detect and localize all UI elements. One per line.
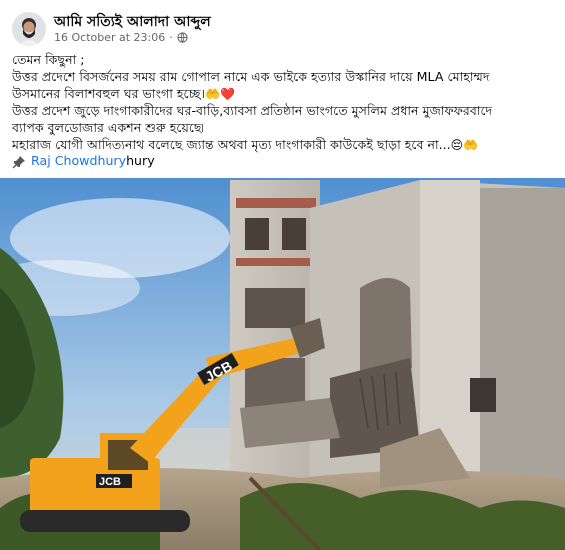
- line-6-emojis: 😔🤲: [450, 137, 479, 152]
- post-text: তেমন কিছুনা ; উত্তর প্রদেশে বিসর্জনের সম…: [12, 52, 557, 170]
- post-line-6: মহারাজ যোগী আদিত্যনাথ বলেছে জ্যান্ত অথবা…: [12, 137, 557, 154]
- post-line-2: উত্তর প্রদেশে বিসর্জনের সময় রাম গোপাল ন…: [12, 68, 490, 84]
- post-timestamp[interactable]: 16 October at 23:06: [54, 31, 165, 44]
- avatar-image: [12, 12, 46, 46]
- post-line-5: ব্যাপক বুলডোজার একশন শুরু হয়েছে৷: [12, 119, 204, 135]
- mention-line: Raj Chowdhury hury: [12, 153, 557, 170]
- meta-separator: ·: [169, 31, 173, 44]
- post-line-4: উত্তর প্রদেশ জুড়ে দাংগাকারীদের ঘর-বাড়ি…: [12, 102, 493, 118]
- post-line-3-text: উসমানের বিলাশবহুল ঘর ভাংগা হচ্ছে।: [12, 85, 205, 101]
- line-3-emojis: 🤲❤️: [205, 86, 235, 101]
- author-avatar[interactable]: [12, 12, 46, 46]
- mention-link[interactable]: Raj Chowdhury: [31, 153, 126, 170]
- mention-suffix: hury: [126, 153, 155, 169]
- demolition-photo: JCB JCB: [0, 178, 565, 550]
- excavator-body-logo: JCB: [99, 476, 121, 488]
- post-meta: 16 October at 23:06 ·: [54, 31, 188, 44]
- post-line-3: উসমানের বিলাশবহুল ঘর ভাংগা হচ্ছে।🤲❤️: [12, 86, 557, 103]
- post-line-6-text: মহারাজ যোগী আদিত্যনাথ বলেছে জ্যান্ত অথবা…: [12, 136, 451, 152]
- pin-icon: [12, 155, 25, 169]
- globe-icon[interactable]: [177, 32, 188, 43]
- post-header: আমি সত্যিই আলাদা আব্দুল 16 October at 23…: [0, 0, 565, 52]
- post-line-1: তেমন কিছুনা ;: [12, 52, 85, 67]
- post-photo[interactable]: JCB JCB: [0, 178, 565, 550]
